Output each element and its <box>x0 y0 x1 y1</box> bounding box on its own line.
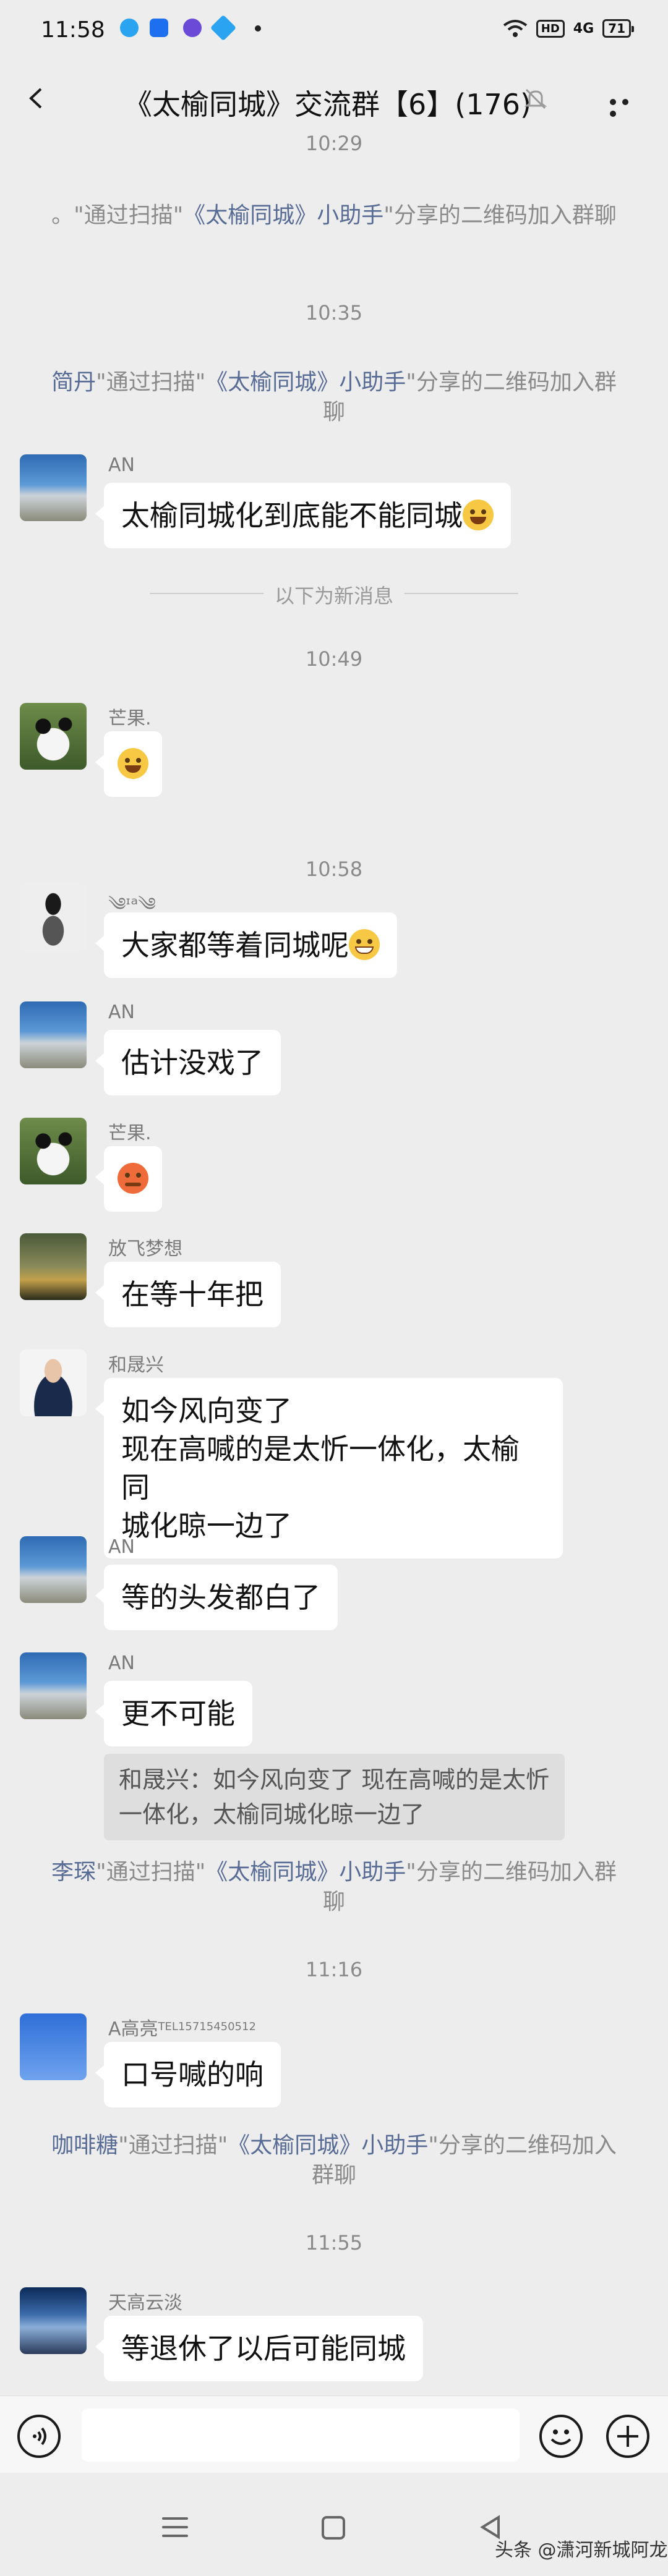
sender-tag: TEL15715450512 <box>158 2020 256 2033</box>
chevron-left-icon[interactable] <box>25 87 47 109</box>
avatar[interactable] <box>20 884 87 951</box>
message-input[interactable] <box>82 2408 520 2462</box>
system-message: 李琛"通过扫描"《太榆同城》小助手"分享的二维码加入群聊 <box>51 1860 617 1915</box>
timestamp: 10:49 <box>305 647 363 671</box>
plus-icon[interactable] <box>606 2415 649 2458</box>
network-label: 4G <box>573 20 594 36</box>
assistant-link[interactable]: 《太榆同城》小助手 <box>205 370 406 395</box>
sender-name: AN <box>108 1536 135 1558</box>
sender-name: 芒果. <box>108 708 152 729</box>
avatar[interactable] <box>20 1350 87 1416</box>
facepalm-emoji-icon <box>463 499 494 530</box>
assistant-link[interactable]: 《太榆同城》小助手 <box>228 2133 428 2158</box>
avatar[interactable] <box>20 454 87 521</box>
timestamp: 11:16 <box>305 1958 363 1981</box>
avatar[interactable] <box>20 1118 87 1184</box>
assistant-link[interactable]: 《太榆同城》小助手 <box>205 1860 406 1885</box>
chat-app-icon <box>183 19 202 37</box>
avatar[interactable] <box>20 703 87 770</box>
message-bubble[interactable]: 大家都等着同城呢 <box>95 912 397 978</box>
emoji-icon[interactable] <box>539 2415 583 2458</box>
message-bubble[interactable]: 更不可能 <box>95 1681 252 1746</box>
more-notifications-dot <box>255 25 261 32</box>
timestamp: 11:55 <box>305 2231 363 2255</box>
member-link[interactable]: 李琛 <box>51 1860 96 1885</box>
message-bubble[interactable]: 如今风向变了 现在高喊的是太忻一体化，太榆同 城化晾一边了 <box>95 1378 563 1558</box>
chat-header: 《太榆同城》交流群【6】(176) <box>0 59 668 139</box>
system-message: 简丹"通过扫描"《太榆同城》小助手"分享的二维码加入群聊 <box>51 370 617 425</box>
more-dots-icon[interactable] <box>610 96 644 117</box>
sender-name: 放飞梦想 <box>108 1238 182 1260</box>
sender-name: AN <box>108 1652 135 1674</box>
avatar[interactable] <box>20 2287 87 2354</box>
home-icon[interactable] <box>322 2516 345 2540</box>
chat-area[interactable]: 10:29 。"通过扫描"《太榆同城》小助手"分享的二维码加入群聊 10:35 … <box>0 132 668 2395</box>
timestamp: 10:35 <box>305 301 363 325</box>
chat-title: 《太榆同城》交流群【6】(176) <box>124 88 531 121</box>
status-right: HD 4G 71 <box>503 16 634 41</box>
avatar[interactable] <box>20 1233 87 1300</box>
quoted-reply[interactable]: 和晟兴：如今风向变了 现在高喊的是太忻一体化，太榆同城化晾一边了 <box>104 1754 565 1840</box>
sender-name: 天高云淡 <box>108 2292 182 2314</box>
status-bar: 11:58 HD 4G 71 <box>0 0 668 59</box>
avatar[interactable] <box>20 1001 87 1068</box>
watermark: 头条 @潇河新城阿龙 <box>495 2540 668 2561</box>
avatar[interactable] <box>20 2013 87 2080</box>
new-message-divider: 以下为新消息 <box>0 580 668 608</box>
member-link[interactable]: 咖啡糖 <box>51 2133 118 2158</box>
sender-name: A高亮TEL15715450512 <box>108 2018 256 2040</box>
hd-badge: HD <box>536 19 565 38</box>
system-message: 。"通过扫描"《太榆同城》小助手"分享的二维码加入群聊 <box>51 203 617 228</box>
message-bubble[interactable]: 等退休了以后可能同城 <box>95 2316 423 2381</box>
shield-app-icon <box>150 19 168 37</box>
grin-emoji-icon <box>349 929 380 960</box>
message-bubble[interactable] <box>95 731 162 797</box>
sender-name: 芒果. <box>108 1123 152 1144</box>
avatar[interactable] <box>20 1652 87 1719</box>
app-notification-icon <box>120 19 139 37</box>
message-bubble[interactable] <box>95 1146 162 1212</box>
system-message: 咖啡糖"通过扫描"《太榆同城》小助手"分享的二维码加入群聊 <box>51 2133 617 2188</box>
message-bubble[interactable]: 估计没戏了 <box>95 1030 281 1095</box>
battery-icon: 71 <box>602 19 634 38</box>
timestamp: 10:29 <box>305 132 363 155</box>
message-bubble[interactable]: 在等十年把 <box>95 1262 281 1327</box>
sender-name: AN <box>108 1001 135 1023</box>
sender-name: 和晟兴 <box>108 1354 164 1376</box>
facepalm-emoji-icon <box>118 748 148 779</box>
message-bubble[interactable]: 等的头发都白了 <box>95 1565 338 1630</box>
angry-emoji-icon <box>118 1163 148 1194</box>
message-bubble[interactable]: 太榆同城化到底能不能同城 <box>95 483 511 548</box>
voice-icon[interactable] <box>17 2415 61 2458</box>
menu-icon[interactable] <box>162 2517 188 2538</box>
assistant-link[interactable]: 《太榆同城》小助手 <box>183 203 383 228</box>
plane-app-icon <box>210 14 237 41</box>
status-time: 11:58 <box>41 17 105 43</box>
system-nav-bar: 头条 @潇河新城阿龙 <box>0 2473 668 2576</box>
timestamp: 10:58 <box>305 857 363 881</box>
member-link[interactable]: 简丹 <box>51 370 96 395</box>
bell-off-icon <box>524 88 547 109</box>
message-bubble[interactable]: 口号喊的响 <box>95 2042 281 2107</box>
input-bar <box>0 2395 668 2473</box>
wifi-icon <box>503 20 527 37</box>
avatar[interactable] <box>20 1536 87 1603</box>
sender-name: AN <box>108 454 135 476</box>
